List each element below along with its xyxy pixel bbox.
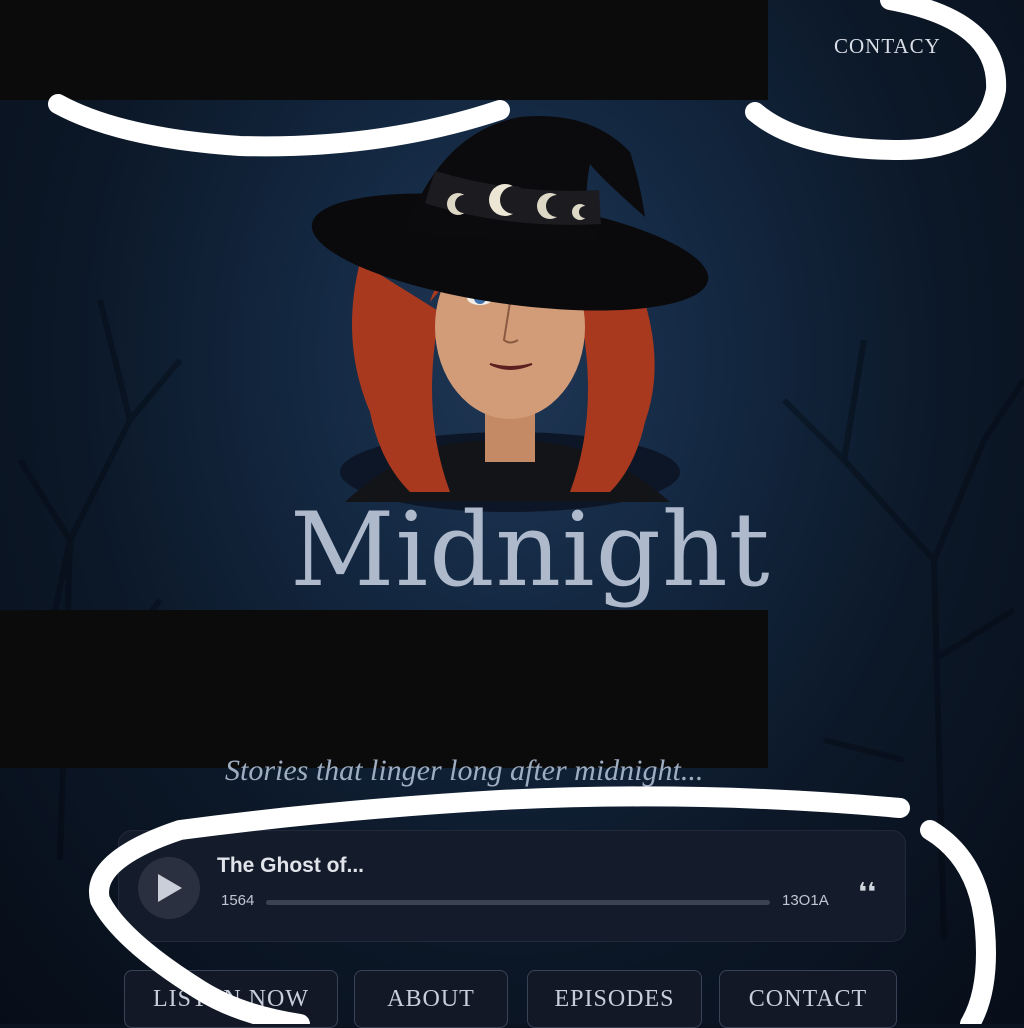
contact-button[interactable]: CONTACT <box>719 970 897 1028</box>
redaction-bar-middle <box>0 610 768 768</box>
progress-bar[interactable] <box>266 900 770 905</box>
play-button[interactable] <box>138 857 200 919</box>
action-buttons: LISTEN NOW ABOUT EPISODES CONTACT <box>0 970 1024 1028</box>
tagline: Stories that linger long after midnight.… <box>225 754 704 787</box>
redaction-bar-top <box>0 0 768 100</box>
witch-portrait-illustration <box>311 116 709 512</box>
about-button[interactable]: ABOUT <box>354 970 508 1028</box>
listen-now-button[interactable]: LISTEN NOW <box>124 970 338 1028</box>
play-icon <box>158 874 182 902</box>
total-time: 13O1A <box>782 892 829 909</box>
audio-player: The Ghost of... 1564 13O1A ❛❛ <box>118 830 906 942</box>
episodes-button[interactable]: EPISODES <box>527 970 702 1028</box>
track-title: The Ghost of... <box>217 854 364 877</box>
nav-link-contact[interactable]: CONTACY <box>834 34 941 59</box>
quote-icon[interactable]: ❛❛ <box>858 878 876 908</box>
page-title: Midnight <box>290 491 771 610</box>
current-time: 1564 <box>221 892 255 909</box>
